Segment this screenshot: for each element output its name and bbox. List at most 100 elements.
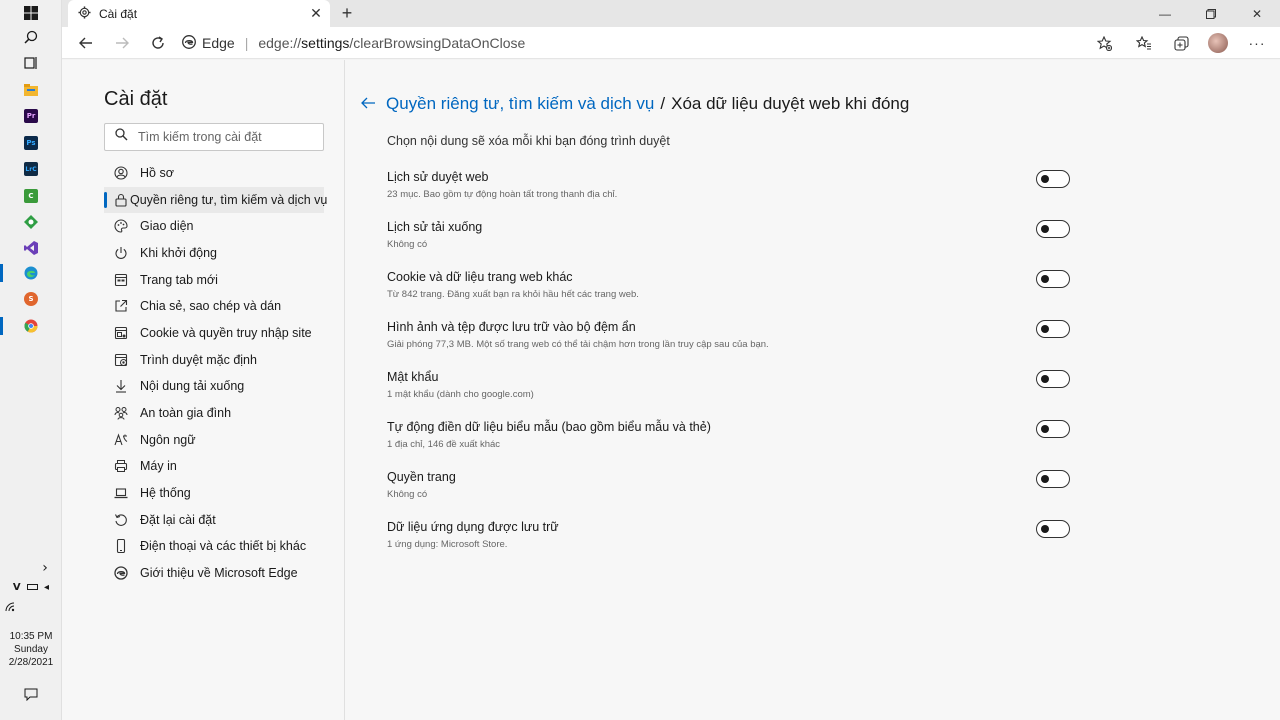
taskbar-clock[interactable]: 10:35 PM Sunday 2/28/2021: [0, 630, 62, 669]
action-center-icon[interactable]: [0, 688, 62, 704]
search-icon: [115, 128, 128, 146]
forward-button[interactable]: [108, 31, 136, 55]
maximize-button[interactable]: [1188, 0, 1234, 27]
sidebar-item-family-safety[interactable]: An toàn gia đình: [104, 400, 324, 426]
option-title: Hình ảnh và tệp được lưu trữ vào bộ đệm …: [387, 320, 636, 334]
sidebar-item-downloads[interactable]: Nội dung tải xuống: [104, 373, 324, 399]
option-title: Cookie và dữ liệu trang web khác: [387, 270, 573, 284]
option-title: Mật khẩu: [387, 370, 439, 384]
show-hidden-icons-chevron[interactable]: ›: [0, 560, 62, 576]
autofill-toggle[interactable]: [1036, 420, 1070, 438]
tab-title: Cài đặt: [99, 6, 138, 21]
camtasia-icon[interactable]: C: [0, 183, 62, 209]
app-green-icon[interactable]: [0, 209, 62, 235]
option-row-passwords: Mật khẩu 1 mật khẩu (dành cho google.com…: [387, 370, 1072, 410]
sidebar-item-label: Trang tab mới: [140, 273, 218, 287]
file-explorer-icon[interactable]: [0, 77, 62, 103]
sidebar-item-system[interactable]: Hệ thống: [104, 480, 324, 506]
sidebar-item-label: Đặt lại cài đặt: [140, 513, 216, 527]
visual-studio-icon[interactable]: [0, 235, 62, 261]
vpn-v-icon[interactable]: V: [13, 582, 21, 593]
option-subtitle: 1 địa chỉ, 146 đề xuất khác: [387, 439, 501, 450]
chrome-icon[interactable]: [0, 313, 62, 339]
phone-icon: [114, 539, 138, 553]
option-row-cookies: Cookie và dữ liệu trang web khác Từ 842 …: [387, 270, 1072, 310]
option-row-download-history: Lịch sử tải xuống Không có: [387, 220, 1072, 260]
lightroom-classic-icon[interactable]: LrC: [0, 156, 62, 182]
sidebar-item-default-browser[interactable]: Trình duyệt mặc định: [104, 347, 324, 373]
back-arrow-icon[interactable]: [361, 93, 376, 114]
sidebar-item-phone-devices[interactable]: Điện thoại và các thiết bị khác: [104, 533, 324, 559]
sidebar-item-on-startup[interactable]: Khi khởi động: [104, 240, 324, 266]
sidebar-item-printers[interactable]: Máy in: [104, 453, 324, 479]
settings-search-input[interactable]: [138, 130, 308, 144]
sidebar-item-label: Trình duyệt mặc định: [140, 353, 257, 367]
refresh-button[interactable]: [144, 31, 172, 55]
palette-icon: [114, 219, 138, 233]
passwords-toggle[interactable]: [1036, 370, 1070, 388]
premiere-icon[interactable]: Pr: [0, 103, 62, 129]
task-view-icon[interactable]: [0, 50, 62, 76]
clock-day: Sunday: [14, 644, 48, 655]
gear-icon: [78, 5, 91, 22]
clock-date: 2/28/2021: [8, 657, 54, 668]
close-window-button[interactable]: ✕: [1234, 0, 1280, 27]
sidebar-item-profiles[interactable]: Hồ sơ: [104, 160, 324, 186]
clock-time: 10:35 PM: [9, 631, 53, 642]
site-permissions-icon: [114, 326, 138, 340]
photoshop-icon[interactable]: Ps: [0, 130, 62, 156]
cookies-toggle[interactable]: [1036, 270, 1070, 288]
breadcrumb-parent-link[interactable]: Quyền riêng tư, tìm kiếm và dịch vụ: [386, 94, 654, 114]
sidebar-item-reset-settings[interactable]: Đặt lại cài đặt: [104, 507, 324, 533]
minimize-button[interactable]: —: [1142, 0, 1188, 27]
family-icon: [114, 406, 138, 420]
browsing-history-toggle[interactable]: [1036, 170, 1070, 188]
lock-icon: [114, 193, 128, 207]
new-tab-button[interactable]: +: [336, 2, 358, 24]
settings-search-box[interactable]: [104, 123, 324, 151]
collections-icon[interactable]: [1167, 31, 1195, 55]
sidebar-item-label: Cookie và quyền truy nhập site: [140, 326, 312, 340]
sidebar-item-new-tab-page[interactable]: Trang tab mới: [104, 267, 324, 293]
active-app-indicator: [0, 264, 3, 282]
breadcrumb: Quyền riêng tư, tìm kiếm và dịch vụ / Xó…: [361, 93, 909, 114]
sidebar-item-label: Hệ thống: [140, 486, 191, 500]
search-icon[interactable]: [0, 24, 62, 50]
sidebar-item-label: Hồ sơ: [140, 166, 174, 180]
profile-avatar[interactable]: [1204, 31, 1232, 55]
option-row-hosted-app-data: Dữ liệu ứng dụng được lưu trữ 1 ứng dụng…: [387, 520, 1072, 560]
option-subtitle: Không có: [387, 239, 428, 250]
back-button[interactable]: [72, 31, 100, 55]
app-s-icon[interactable]: S: [0, 286, 62, 312]
edge-icon[interactable]: [0, 260, 62, 286]
sidebar-item-appearance[interactable]: Giao diện: [104, 213, 324, 239]
tab-strip: Cài đặt ✕ + — ✕: [62, 0, 1280, 27]
printer-icon: [114, 459, 138, 473]
sidebar-item-privacy[interactable]: Quyền riêng tư, tìm kiếm và dịch vụ: [104, 187, 327, 213]
toggle-knob: [1041, 275, 1049, 283]
add-favorite-icon[interactable]: [1090, 31, 1118, 55]
sidebar-item-label: Máy in: [140, 459, 177, 473]
network-icon[interactable]: [0, 602, 62, 615]
address-bar[interactable]: Edge | edge://settings/clearBrowsingData…: [182, 30, 1132, 56]
sidebar-item-about-edge[interactable]: Giới thiệu về Microsoft Edge: [104, 560, 324, 586]
cached-images-toggle[interactable]: [1036, 320, 1070, 338]
sidebar-item-share-copy-paste[interactable]: Chia sẻ, sao chép và dán: [104, 293, 324, 319]
site-label: Edge: [202, 35, 235, 51]
default-browser-icon: [114, 353, 138, 367]
sidebar-item-label: Ngôn ngữ: [140, 433, 196, 447]
edge-site-icon: [182, 34, 196, 52]
favorites-icon[interactable]: [1130, 31, 1158, 55]
option-title: Dữ liệu ứng dụng được lưu trữ: [387, 520, 559, 534]
volume-icon[interactable]: ◂: [44, 582, 49, 593]
windows-start-icon[interactable]: [0, 0, 62, 26]
site-permissions-toggle[interactable]: [1036, 470, 1070, 488]
more-menu-icon[interactable]: ···: [1243, 31, 1271, 55]
hosted-app-data-toggle[interactable]: [1036, 520, 1070, 538]
close-tab-icon[interactable]: ✕: [306, 5, 326, 22]
download-history-toggle[interactable]: [1036, 220, 1070, 238]
tab-settings[interactable]: Cài đặt ✕: [68, 0, 330, 27]
sidebar-item-languages[interactable]: Ngôn ngữ: [104, 427, 324, 453]
sidebar-item-site-permissions[interactable]: Cookie và quyền truy nhập site: [104, 320, 324, 346]
battery-icon[interactable]: [26, 584, 38, 590]
